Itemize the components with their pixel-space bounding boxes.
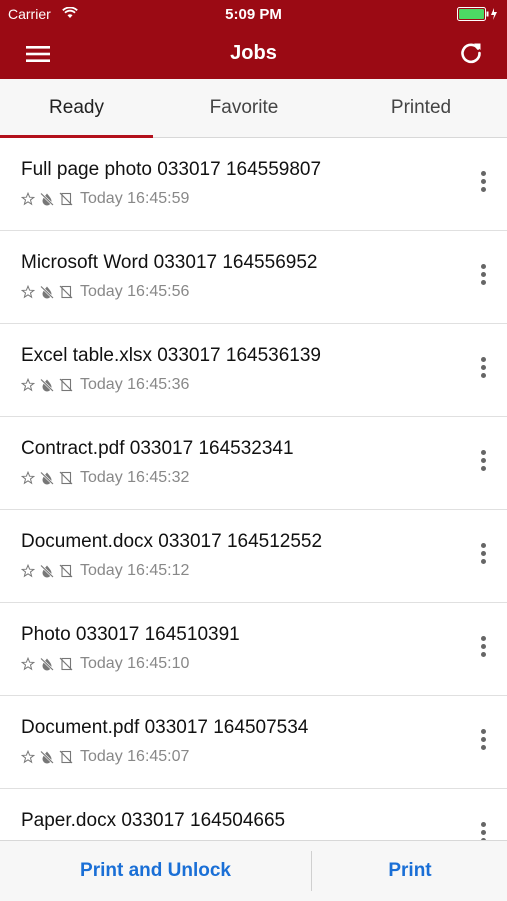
job-time: Today 16:45:32 [80, 469, 190, 486]
no-color-icon [40, 192, 54, 206]
job-meta: Today 16:45:10 [20, 654, 190, 674]
job-row[interactable]: Contract.pdf 033017 164532341 Today 16:4… [0, 417, 507, 510]
nav-bar: Jobs [0, 28, 507, 79]
more-options-icon[interactable] [475, 726, 491, 758]
battery-icon [457, 7, 499, 26]
no-color-icon [40, 378, 54, 392]
more-options-icon[interactable] [475, 633, 491, 665]
more-options-icon[interactable] [475, 447, 491, 479]
job-meta: Today 16:45:56 [20, 282, 190, 302]
status-bar: Carrier 5:09 PM [0, 0, 507, 28]
job-name: Contract.pdf 033017 164532341 [21, 438, 294, 459]
star-outline-icon[interactable] [20, 656, 36, 671]
job-name: Document.pdf 033017 164507534 [21, 717, 309, 738]
no-color-icon [40, 657, 54, 671]
job-name: Full page photo 033017 164559807 [21, 159, 322, 180]
job-list[interactable]: Full page photo 033017 164559807 Today 1… [0, 138, 507, 840]
job-time: Today 16:45:56 [80, 283, 190, 300]
job-time: Today 16:45:36 [80, 376, 190, 393]
job-name: Document.docx 033017 164512552 [21, 531, 323, 552]
job-row[interactable]: Document.docx 033017 164512552 Today 16:… [0, 510, 507, 603]
star-outline-icon[interactable] [20, 377, 36, 392]
star-outline-icon[interactable] [20, 470, 36, 485]
job-row[interactable]: Photo 033017 164510391 Today 16:45:10 [0, 603, 507, 696]
job-meta: Today 16:45:12 [20, 561, 190, 581]
no-duplex-icon [59, 750, 73, 764]
no-color-icon [40, 564, 54, 578]
no-duplex-icon [59, 192, 73, 206]
print-button[interactable]: Print [313, 841, 507, 901]
clock: 5:09 PM [225, 6, 282, 23]
job-name: Photo 033017 164510391 [21, 624, 240, 645]
job-row[interactable]: Excel table.xlsx 033017 164536139 Today … [0, 324, 507, 417]
action-divider [311, 851, 312, 891]
star-outline-icon[interactable] [20, 284, 36, 299]
job-meta: Today 16:45:36 [20, 375, 190, 395]
no-duplex-icon [59, 285, 73, 299]
page-title: Jobs [230, 42, 277, 64]
job-row[interactable]: Microsoft Word 033017 164556952 Today 16… [0, 231, 507, 324]
no-duplex-icon [59, 657, 73, 671]
job-time: Today 16:45:12 [80, 562, 190, 579]
more-options-icon[interactable] [475, 819, 491, 840]
star-outline-icon[interactable] [20, 749, 36, 764]
no-color-icon [40, 750, 54, 764]
tab-favorite[interactable]: Favorite [153, 79, 335, 137]
more-options-icon[interactable] [475, 540, 491, 572]
no-color-icon [40, 471, 54, 485]
star-outline-icon[interactable] [20, 191, 36, 206]
tab-bar: Ready Favorite Printed [0, 79, 507, 138]
more-options-icon[interactable] [475, 261, 491, 293]
job-meta: Today 16:45:07 [20, 747, 190, 767]
job-row[interactable]: Paper.docx 033017 164504665 [0, 789, 507, 840]
more-options-icon[interactable] [475, 354, 491, 386]
no-duplex-icon [59, 564, 73, 578]
no-duplex-icon [59, 471, 73, 485]
action-bar: Print and Unlock Print [0, 840, 507, 901]
job-row[interactable]: Full page photo 033017 164559807 Today 1… [0, 138, 507, 231]
no-color-icon [40, 285, 54, 299]
app-header: Carrier 5:09 PM Jobs [0, 0, 507, 79]
job-time: Today 16:45:10 [80, 655, 190, 672]
job-name: Microsoft Word 033017 164556952 [21, 252, 318, 273]
star-outline-icon[interactable] [20, 563, 36, 578]
refresh-icon[interactable] [457, 39, 485, 67]
more-options-icon[interactable] [475, 168, 491, 200]
job-time: Today 16:45:59 [80, 190, 190, 207]
job-meta: Today 16:45:32 [20, 468, 190, 488]
job-row[interactable]: Document.pdf 033017 164507534 Today 16:4… [0, 696, 507, 789]
job-meta: Today 16:45:59 [20, 189, 190, 209]
no-duplex-icon [59, 378, 73, 392]
tab-ready[interactable]: Ready [0, 79, 153, 137]
job-name: Paper.docx 033017 164504665 [21, 810, 286, 831]
job-time: Today 16:45:07 [80, 748, 190, 765]
job-name: Excel table.xlsx 033017 164536139 [21, 345, 322, 366]
print-and-unlock-button[interactable]: Print and Unlock [0, 841, 311, 901]
tab-printed[interactable]: Printed [335, 79, 507, 137]
